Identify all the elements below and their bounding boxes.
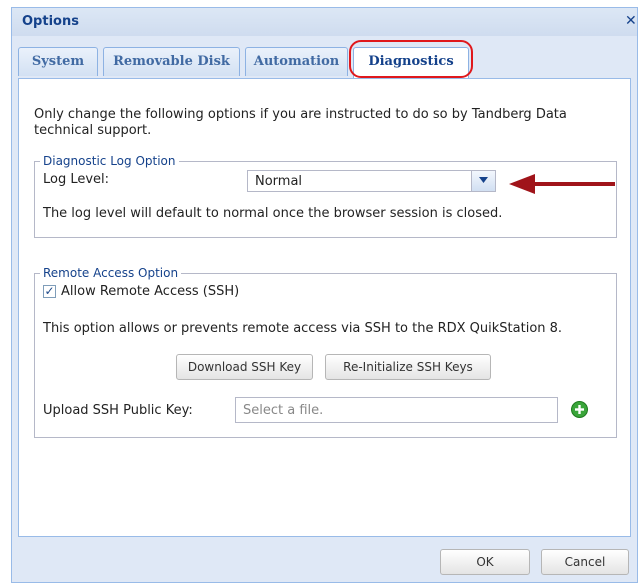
- diagnostic-log-group: Diagnostic Log Option: [34, 154, 617, 238]
- ssh-key-file-input[interactable]: Select a file.: [235, 397, 558, 423]
- tab-highlight-annotation: [349, 40, 473, 78]
- download-ssh-key-button[interactable]: Download SSH Key: [176, 354, 313, 380]
- remote-access-legend: Remote Access Option: [43, 266, 179, 280]
- tab-removable-disk[interactable]: Removable Disk: [103, 47, 240, 76]
- allow-remote-access-checkbox[interactable]: ✓: [43, 285, 56, 298]
- log-level-select[interactable]: Normal: [247, 170, 496, 192]
- title-bar: Options ✕: [12, 8, 637, 36]
- tab-system[interactable]: System: [18, 47, 98, 76]
- chevron-down-icon[interactable]: [471, 171, 495, 191]
- arrow-annotation: [509, 174, 615, 194]
- cancel-button[interactable]: Cancel: [541, 549, 629, 575]
- upload-ssh-key-label: Upload SSH Public Key:: [43, 403, 193, 418]
- diagnostic-log-legend: Diagnostic Log Option: [43, 154, 176, 168]
- ok-button[interactable]: OK: [440, 549, 530, 575]
- intro-text: Only change the following options if you…: [34, 107, 567, 138]
- remote-access-description: This option allows or prevents remote ac…: [43, 321, 563, 336]
- diagnostics-panel: Only change the following options if you…: [18, 78, 631, 537]
- options-window: Options ✕ System Removable Disk Automati…: [11, 7, 638, 583]
- add-file-icon[interactable]: [571, 401, 588, 418]
- tab-automation[interactable]: Automation: [245, 47, 348, 76]
- file-input-placeholder: Select a file.: [243, 403, 324, 418]
- reinitialize-ssh-keys-button[interactable]: Re-Initialize SSH Keys: [325, 354, 491, 380]
- allow-remote-access-label: Allow Remote Access (SSH): [61, 284, 240, 299]
- log-level-note: The log level will default to normal onc…: [43, 206, 503, 221]
- tab-strip: System Removable Disk Automation Diagnos…: [12, 36, 637, 80]
- window-title: Options: [22, 14, 79, 29]
- close-icon[interactable]: ✕: [625, 14, 637, 28]
- log-level-value: Normal: [255, 174, 303, 189]
- log-level-label: Log Level:: [43, 172, 110, 187]
